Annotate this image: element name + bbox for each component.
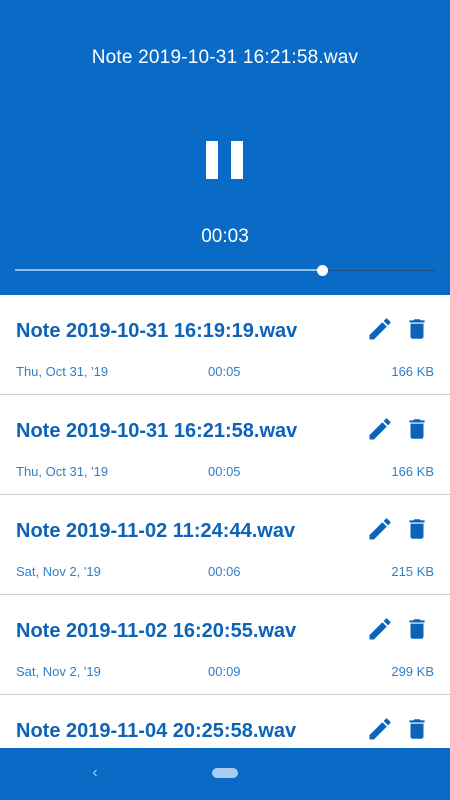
edit-button[interactable] [366, 615, 394, 643]
home-pill-icon[interactable] [212, 768, 238, 778]
edit-button[interactable] [366, 515, 394, 543]
chevron-left-icon[interactable]: ‹ [88, 764, 102, 782]
list-item[interactable]: Note 2019-10-31 16:19:19.wav Thu, Oct 31… [0, 295, 450, 395]
recording-duration: 00:06 [208, 564, 241, 579]
delete-button[interactable] [404, 715, 430, 743]
delete-button[interactable] [404, 415, 430, 443]
recordings-list[interactable]: Note 2019-10-31 16:19:19.wav Thu, Oct 31… [0, 295, 450, 748]
recording-name: Note 2019-11-02 16:20:55.wav [16, 620, 297, 642]
delete-button[interactable] [404, 315, 430, 343]
recording-duration: 00:05 [208, 364, 241, 379]
list-item[interactable]: Note 2019-11-02 16:20:55.wav Sat, Nov 2,… [0, 595, 450, 695]
recording-size: 215 KB [391, 564, 434, 579]
delete-button[interactable] [404, 615, 430, 643]
player-title: Note 2019-10-31 16:21:58.wav [91, 47, 359, 68]
recording-duration: 00:09 [208, 664, 241, 679]
pencil-icon [369, 318, 391, 340]
recording-date: Sat, Nov 2, '19 [16, 564, 101, 579]
recording-name: Note 2019-10-31 16:21:58.wav [16, 420, 298, 442]
delete-button[interactable] [404, 515, 430, 543]
recording-size: 166 KB [391, 364, 434, 379]
system-nav-bar: ‹ [0, 748, 450, 800]
recording-size: 166 KB [391, 464, 434, 479]
recording-duration: 00:05 [208, 464, 241, 479]
pause-icon [206, 141, 218, 179]
recording-date: Thu, Oct 31, '19 [16, 364, 109, 379]
recording-date: Sat, Nov 2, '19 [16, 664, 101, 679]
elapsed-time: 00:03 [201, 226, 249, 247]
seek-progress [15, 269, 322, 271]
list-item[interactable]: Note 2019-10-31 16:21:58.wav Thu, Oct 31… [0, 395, 450, 495]
trash-icon [409, 319, 425, 339]
pencil-icon [369, 518, 391, 540]
pencil-icon [369, 418, 391, 440]
pencil-icon [369, 618, 391, 640]
seek-thumb[interactable] [316, 265, 328, 276]
recording-name: Note 2019-11-02 11:24:44.wav [16, 520, 296, 542]
recording-name: Note 2019-11-04 20:25:58.wav [16, 720, 297, 742]
trash-icon [409, 719, 425, 739]
app-screen: Note 2019-10-31 16:21:58.wav 00:03 Note … [0, 0, 450, 800]
edit-button[interactable] [366, 715, 394, 743]
edit-button[interactable] [366, 315, 394, 343]
list-item[interactable]: Note 2019-11-02 11:24:44.wav Sat, Nov 2,… [0, 495, 450, 595]
recording-name: Note 2019-10-31 16:19:19.wav [16, 320, 298, 342]
edit-button[interactable] [366, 415, 394, 443]
recording-size: 299 KB [391, 664, 434, 679]
pause-button[interactable] [205, 141, 245, 181]
recording-date: Thu, Oct 31, '19 [16, 464, 109, 479]
trash-icon [409, 619, 425, 639]
list-item[interactable]: Note 2019-11-04 20:25:58.wav [0, 695, 450, 748]
seek-slider[interactable] [15, 261, 435, 281]
pencil-icon [369, 718, 391, 740]
player-panel: Note 2019-10-31 16:21:58.wav 00:03 [0, 0, 450, 295]
trash-icon [409, 419, 425, 439]
trash-icon [409, 519, 425, 539]
